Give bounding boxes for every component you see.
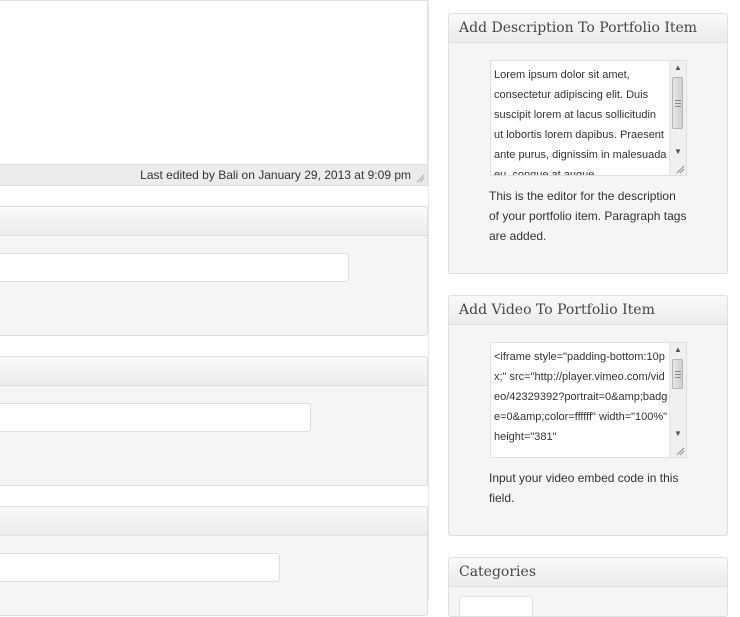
left-metabox-2 (0, 356, 428, 486)
left-metabox-1-input[interactable] (0, 253, 349, 282)
scroll-down-arrow-icon[interactable]: ▼ (670, 145, 686, 159)
video-metabox-title: Add Video To Portfolio Item (459, 302, 655, 318)
left-metabox-3-input[interactable] (0, 553, 280, 582)
left-metabox-2-input[interactable] (0, 403, 311, 432)
video-textarea-resize-icon[interactable] (676, 447, 685, 456)
description-textarea-value: Lorem ipsum dolor sit amet, consectetur … (494, 69, 667, 176)
scroll-up-arrow-icon[interactable]: ▲ (670, 343, 686, 357)
left-metabox-1-header[interactable] (0, 207, 427, 236)
video-scroll-thumb[interactable] (672, 359, 683, 389)
description-metabox: Add Description To Portfolio Item Lorem … (448, 13, 728, 274)
scroll-up-arrow-icon[interactable]: ▲ (670, 61, 686, 75)
description-textarea[interactable]: Lorem ipsum dolor sit amet, consectetur … (490, 60, 687, 176)
categories-metabox-header[interactable]: Categories (449, 558, 727, 587)
last-edited-text: Last edited by Bali on January 29, 2013 … (140, 168, 411, 182)
video-metabox: Add Video To Portfolio Item <iframe styl… (448, 295, 728, 536)
column-divider (428, 0, 429, 600)
editor-content-area[interactable] (0, 0, 428, 164)
left-metabox-3-header[interactable] (0, 507, 427, 536)
scroll-down-arrow-icon[interactable]: ▼ (670, 427, 686, 441)
video-scrollbar[interactable]: ▲ ▼ (669, 343, 686, 457)
editor-status-bar: Last edited by Bali on January 29, 2013 … (0, 164, 428, 186)
description-metabox-title: Add Description To Portfolio Item (459, 20, 698, 36)
description-textarea-resize-icon[interactable] (676, 165, 685, 174)
description-scrollbar[interactable]: ▲ ▼ (669, 61, 686, 175)
description-metabox-header[interactable]: Add Description To Portfolio Item (449, 14, 727, 43)
categories-metabox: Categories (448, 557, 728, 617)
video-embed-textarea[interactable]: <iframe style="padding-bottom:10px;" src… (490, 342, 687, 458)
left-metabox-1 (0, 206, 428, 336)
left-metabox-2-header[interactable] (0, 357, 427, 386)
categories-metabox-title: Categories (459, 564, 536, 580)
video-metabox-header[interactable]: Add Video To Portfolio Item (449, 296, 727, 325)
editor-resize-handle-icon[interactable] (416, 174, 425, 183)
description-scroll-thumb[interactable] (672, 77, 683, 129)
video-help-text: Input your video embed code in this fiel… (489, 471, 679, 505)
categories-tab[interactable] (459, 596, 533, 616)
description-help-text: This is the editor for the description o… (489, 189, 687, 243)
video-embed-textarea-value: <iframe style="padding-bottom:10px;" src… (494, 351, 668, 443)
